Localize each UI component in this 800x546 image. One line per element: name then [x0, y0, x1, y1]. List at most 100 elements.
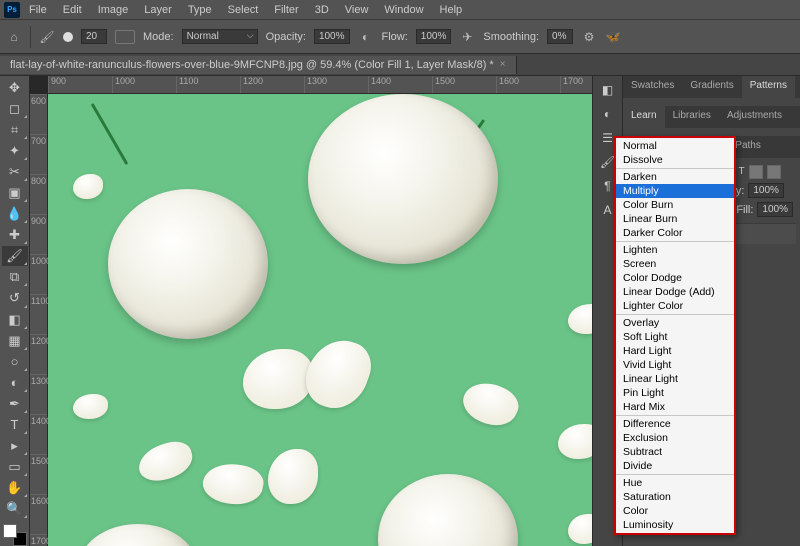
- tab-learn[interactable]: Learn: [623, 106, 665, 128]
- blend-mode-option[interactable]: Screen: [616, 257, 734, 271]
- flow-field[interactable]: 100%: [416, 29, 452, 44]
- pen-tool[interactable]: ✒: [2, 394, 28, 414]
- blend-mode-option[interactable]: Saturation: [616, 490, 734, 504]
- color-panel-icon[interactable]: ◧: [600, 82, 616, 98]
- zoom-tool[interactable]: 🔍: [2, 499, 28, 519]
- petal: [298, 331, 378, 417]
- blend-mode-option[interactable]: Color Dodge: [616, 271, 734, 285]
- smoothing-field[interactable]: 0%: [547, 29, 573, 44]
- blend-mode-option[interactable]: Hard Mix: [616, 400, 734, 414]
- blend-mode-option[interactable]: Color Burn: [616, 198, 734, 212]
- symmetry-icon[interactable]: 🦋: [605, 29, 621, 45]
- layer-opacity-field[interactable]: 100%: [748, 183, 784, 198]
- healing-tool[interactable]: ✚: [2, 225, 28, 245]
- ruler-tick: 1600: [496, 76, 560, 93]
- brush-preset-picker[interactable]: [115, 30, 135, 44]
- petal: [558, 424, 592, 459]
- tab-patterns[interactable]: Patterns: [742, 76, 795, 98]
- blend-mode-option[interactable]: Lighten: [616, 243, 734, 257]
- vertical-ruler[interactable]: 600 700 800 900 1000 1100 1200 1300 1400…: [30, 94, 48, 546]
- lasso-tool[interactable]: ⌗: [2, 120, 28, 140]
- blend-mode-option[interactable]: Pin Light: [616, 386, 734, 400]
- menu-select[interactable]: Select: [221, 2, 266, 18]
- home-icon[interactable]: ⌂: [6, 29, 22, 45]
- menu-window[interactable]: Window: [377, 2, 430, 18]
- brush-tool-icon[interactable]: 🖌: [39, 29, 55, 45]
- blend-mode-option[interactable]: Exclusion: [616, 431, 734, 445]
- ruler-tick: 1100: [176, 76, 240, 93]
- marquee-tool[interactable]: ◻: [2, 99, 28, 119]
- pressure-opacity-icon[interactable]: ◐: [358, 29, 374, 45]
- move-tool[interactable]: ✥: [2, 78, 28, 98]
- crop-tool[interactable]: ✂: [2, 162, 28, 182]
- blend-mode-option[interactable]: Vivid Light: [616, 358, 734, 372]
- airbrush-icon[interactable]: ✈: [459, 29, 475, 45]
- petal: [134, 437, 196, 485]
- blur-tool[interactable]: ○: [2, 352, 28, 372]
- tab-libraries[interactable]: Libraries: [665, 106, 719, 128]
- menu-layer[interactable]: Layer: [137, 2, 179, 18]
- blend-mode-option[interactable]: Dissolve: [616, 153, 734, 167]
- menu-image[interactable]: Image: [91, 2, 136, 18]
- blend-mode-option[interactable]: Darken: [616, 170, 734, 184]
- petal: [73, 174, 103, 199]
- blend-mode-option[interactable]: Luminosity: [616, 518, 734, 532]
- layer-fill-field[interactable]: 100%: [757, 202, 793, 217]
- brush-size-field[interactable]: 20: [81, 29, 107, 44]
- menu-3d[interactable]: 3D: [308, 2, 336, 18]
- blend-mode-option[interactable]: Linear Dodge (Add): [616, 285, 734, 299]
- menu-file[interactable]: File: [22, 2, 54, 18]
- blend-mode-option[interactable]: Multiply: [616, 184, 734, 198]
- blend-mode-option[interactable]: Color: [616, 504, 734, 518]
- adjustments-panel-icon[interactable]: ◐: [600, 106, 616, 122]
- blend-mode-option[interactable]: Linear Burn: [616, 212, 734, 226]
- close-tab-icon[interactable]: ×: [500, 59, 506, 70]
- color-swatches[interactable]: [3, 524, 27, 546]
- history-brush-tool[interactable]: ↺: [2, 288, 28, 308]
- blend-mode-option[interactable]: Hue: [616, 476, 734, 490]
- eyedropper-tool[interactable]: 💧: [2, 204, 28, 224]
- blend-mode-option[interactable]: Normal: [616, 139, 734, 153]
- shape-tool[interactable]: ▭: [2, 457, 28, 477]
- blend-mode-option[interactable]: Lighter Color: [616, 299, 734, 313]
- blend-mode-option[interactable]: Soft Light: [616, 330, 734, 344]
- petal: [200, 459, 266, 509]
- brush-preview[interactable]: [63, 32, 73, 42]
- document-tab[interactable]: flat-lay-of-white-ranunculus-flowers-ove…: [0, 56, 517, 74]
- brush-tool[interactable]: 🖌: [2, 246, 28, 266]
- foreground-color[interactable]: [3, 524, 17, 538]
- blend-mode-option[interactable]: Hard Light: [616, 344, 734, 358]
- tab-adjustments[interactable]: Adjustments: [719, 106, 790, 128]
- tab-gradients[interactable]: Gradients: [682, 76, 741, 98]
- filter-smart-icon[interactable]: [767, 165, 781, 179]
- clone-stamp-tool[interactable]: ⧉: [2, 267, 28, 287]
- eraser-tool[interactable]: ◧: [2, 310, 28, 330]
- menu-filter[interactable]: Filter: [267, 2, 305, 18]
- blend-mode-option[interactable]: Darker Color: [616, 226, 734, 240]
- opacity-field[interactable]: 100%: [314, 29, 350, 44]
- canvas[interactable]: [48, 94, 592, 546]
- blend-mode-option[interactable]: Difference: [616, 417, 734, 431]
- path-select-tool[interactable]: ▸: [2, 436, 28, 456]
- menu-edit[interactable]: Edit: [56, 2, 89, 18]
- quick-select-tool[interactable]: ✦: [2, 141, 28, 161]
- gradient-tool[interactable]: ▦: [2, 331, 28, 351]
- horizontal-ruler[interactable]: 900 1000 1100 1200 1300 1400 1500 1600 1…: [48, 76, 592, 94]
- blend-mode-select[interactable]: Normal: [182, 29, 258, 44]
- frame-tool[interactable]: ▣: [2, 183, 28, 203]
- smoothing-gear-icon[interactable]: ⚙: [581, 29, 597, 45]
- type-tool[interactable]: T: [2, 415, 28, 435]
- blend-mode-option[interactable]: Overlay: [616, 316, 734, 330]
- tab-swatches[interactable]: Swatches: [623, 76, 682, 98]
- blend-mode-option[interactable]: Divide: [616, 459, 734, 473]
- blend-mode-option[interactable]: Linear Light: [616, 372, 734, 386]
- opacity-label: Opacity:: [266, 31, 306, 43]
- menu-view[interactable]: View: [338, 2, 376, 18]
- hand-tool[interactable]: ✋: [2, 478, 28, 498]
- filter-shape-icon[interactable]: [749, 165, 763, 179]
- ruler-tick: 1500: [432, 76, 496, 93]
- menu-help[interactable]: Help: [433, 2, 470, 18]
- dodge-tool[interactable]: ◐: [2, 373, 28, 393]
- blend-mode-option[interactable]: Subtract: [616, 445, 734, 459]
- menu-type[interactable]: Type: [181, 2, 219, 18]
